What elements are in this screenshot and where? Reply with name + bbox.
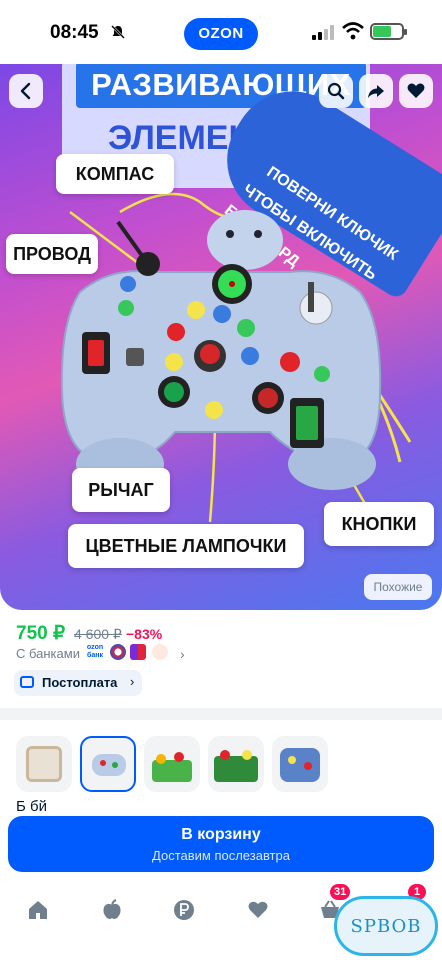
banks-label[interactable]: С банками bbox=[16, 646, 80, 661]
section-divider bbox=[0, 708, 442, 720]
nav-favorites[interactable] bbox=[238, 890, 278, 930]
status-time: 08:45 bbox=[50, 22, 99, 43]
callout-buttons: КНОПКИ bbox=[324, 502, 434, 546]
fresh-apple-icon bbox=[103, 899, 121, 919]
share-icon bbox=[368, 85, 384, 98]
ozon-bank-logo: ozon банк bbox=[86, 644, 104, 659]
nav-home[interactable] bbox=[18, 890, 58, 930]
wifi-icon bbox=[342, 22, 364, 40]
current-price: 750 ₽ bbox=[16, 623, 66, 644]
share-button[interactable] bbox=[359, 74, 393, 108]
old-price: 4 600 ₽ bbox=[74, 626, 122, 642]
battery-icon bbox=[370, 23, 407, 40]
description-peek: Б бй bbox=[16, 798, 47, 815]
bank-icon-3 bbox=[152, 644, 168, 660]
heart-icon bbox=[407, 83, 425, 98]
delivery-note: Доставим послезавтра bbox=[152, 848, 290, 863]
product-image[interactable]: РАЗВИВАЮЩИХ ЭЛЕМЕНТОВ ПОВЕРНИ КЛЮЧИК ЧТО… bbox=[0, 62, 442, 610]
callout-lamps: ЦВЕТНЫЕ ЛАМПОЧКИ bbox=[68, 524, 304, 568]
back-button[interactable] bbox=[9, 74, 43, 108]
thumbnail-1[interactable] bbox=[16, 736, 72, 792]
thumbnail-4[interactable] bbox=[208, 736, 264, 792]
spbob-watermark: SPBOB bbox=[334, 896, 438, 956]
callout-lever: РЫЧАГ bbox=[72, 468, 170, 512]
callout-compass: КОМПАС bbox=[56, 154, 174, 194]
bank-icon-1 bbox=[110, 644, 126, 660]
similar-button[interactable]: Похожие bbox=[364, 574, 432, 600]
signal-icon bbox=[312, 25, 334, 40]
discount-badge: −83% bbox=[126, 626, 163, 642]
ozon-app-pill[interactable]: OZON bbox=[184, 18, 258, 50]
back-arrow-icon bbox=[20, 82, 31, 100]
chevron-right-icon: › bbox=[180, 646, 185, 662]
search-button[interactable] bbox=[319, 74, 353, 108]
add-to-cart-button[interactable]: В корзину Доставим послезавтра bbox=[8, 816, 434, 872]
chevron-right-icon: › bbox=[130, 674, 135, 689]
thumbnail-5[interactable] bbox=[272, 736, 328, 792]
ruble-icon bbox=[174, 900, 194, 920]
postpay-label: Постоплата bbox=[42, 675, 118, 690]
postpay-button[interactable]: Постоплата › bbox=[14, 670, 142, 696]
watermark-text: SPBOB bbox=[350, 916, 422, 937]
card-icon bbox=[20, 676, 34, 688]
cart-button-label: В корзину bbox=[181, 826, 261, 843]
thumbnail-2-selected[interactable] bbox=[80, 736, 136, 792]
bell-muted-icon bbox=[111, 25, 125, 39]
cart-badge: 31 bbox=[330, 884, 351, 900]
nav-finance[interactable] bbox=[164, 890, 204, 930]
thumbnail-3[interactable] bbox=[144, 736, 200, 792]
home-icon bbox=[29, 901, 47, 919]
nav-fresh[interactable] bbox=[92, 890, 132, 930]
search-icon bbox=[327, 82, 345, 100]
bank-icon-2 bbox=[130, 644, 146, 660]
status-bar: 08:45 OZON bbox=[0, 0, 442, 64]
favorites-heart-icon bbox=[248, 901, 268, 918]
callout-wire: ПРОВОД bbox=[6, 234, 98, 274]
favorite-button[interactable] bbox=[399, 74, 433, 108]
